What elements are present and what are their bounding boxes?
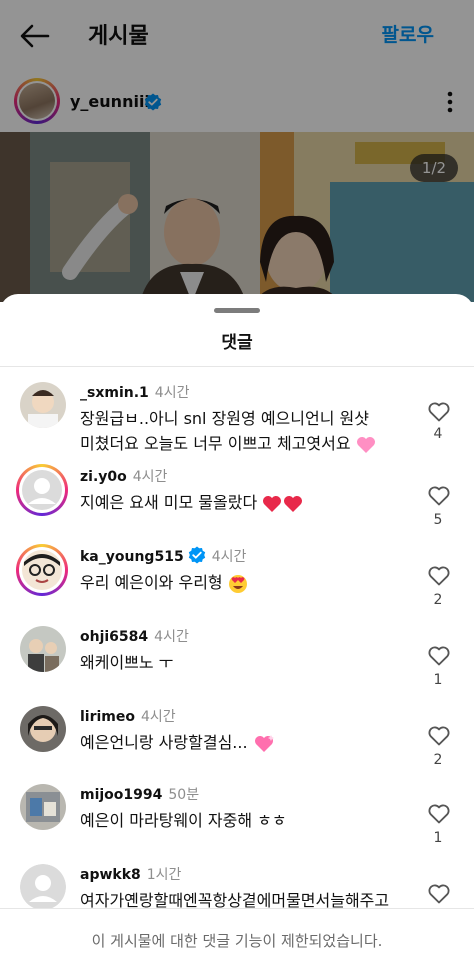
sparkling-heart-emoji-icon	[254, 734, 274, 752]
comments-restricted-notice: 이 게시물에 대한 댓글 기능이 제한되었습니다.	[91, 932, 383, 950]
comment-text-line: 예은언니랑 사랑할결심...	[80, 733, 248, 752]
sheet-divider	[0, 366, 474, 367]
comment-meta: mijoo1994 50분	[80, 784, 199, 804]
like-heart-icon[interactable]	[428, 804, 450, 824]
like-count: 4	[433, 426, 443, 442]
comment-username[interactable]: apwkk8	[80, 867, 141, 883]
commenter-avatar[interactable]	[20, 626, 66, 672]
comment-item: ka_young515 4시간 우리 예은이와 우리형 2	[0, 544, 474, 626]
comment-item: zi.y0o 4시간 지예은 요새 미모 물올랐다 5	[0, 464, 474, 546]
comment-text-line: 예은이 마라탕웨이 자중해 ㅎㅎ	[80, 811, 287, 830]
comment-item: mijoo1994 50분 예은이 마라탕웨이 자중해 ㅎㅎ 1	[0, 784, 474, 864]
like-heart-icon[interactable]	[428, 884, 450, 904]
comment-time: 4시간	[132, 469, 168, 485]
comment-text: 예은이 마라탕웨이 자중해 ㅎㅎ	[80, 808, 410, 833]
comment-meta: _sxmin.1 4시간	[80, 382, 189, 402]
comment-username[interactable]: zi.y0o	[80, 469, 127, 485]
comments-restricted-footer: 이 게시물에 대한 댓글 기능이 제한되었습니다.	[0, 908, 474, 976]
comment-item: lirimeo 4시간 예은언니랑 사랑할결심... 2	[0, 706, 474, 786]
comment-meta: ohji6584 4시간	[80, 626, 189, 646]
comment-time: 4시간	[211, 549, 247, 565]
comment-username[interactable]: ohji6584	[80, 629, 148, 645]
verified-badge-icon	[188, 546, 205, 564]
comment-text: 장원급ㅂ..아니 snl 장원영 예으니언니 원샷 미쳤더요 오늘도 너무 이쁘…	[80, 406, 410, 456]
comment-time: 4시간	[154, 385, 190, 401]
comment-item: ohji6584 4시간 왜케이쁘노 ㅜ 1	[0, 626, 474, 706]
comment-time: 1시간	[146, 867, 182, 883]
sheet-drag-handle[interactable]	[214, 308, 260, 313]
comment-item: _sxmin.1 4시간 장원급ㅂ..아니 snl 장원영 예으니언니 원샷 미쳤…	[0, 382, 474, 462]
like-count: 1	[433, 672, 443, 688]
heart-eyes-emoji-icon	[228, 574, 247, 593]
like-heart-icon[interactable]	[428, 646, 450, 666]
comment-time: 4시간	[154, 629, 189, 645]
commenter-avatar[interactable]	[20, 784, 66, 830]
like-count: 2	[433, 752, 443, 768]
comment-meta: zi.y0o 4시간	[80, 466, 167, 486]
comment-username[interactable]: ka_young515	[80, 549, 184, 565]
red-hearts-emoji-icon	[263, 495, 303, 512]
comment-text: 우리 예은이와 우리형	[80, 570, 410, 595]
commenter-avatar[interactable]	[20, 706, 66, 752]
comment-text-line: 지예은 요새 미모 물올랐다	[80, 493, 258, 512]
commenter-avatar[interactable]	[16, 544, 68, 596]
comment-username[interactable]: lirimeo	[80, 709, 135, 725]
pink-heart-emoji-icon	[356, 436, 375, 453]
commenter-avatar[interactable]	[20, 382, 66, 428]
comment-time: 4시간	[141, 709, 176, 725]
comment-text-line: 미쳤더요 오늘도 너무 이쁘고 체고엿서요	[80, 434, 351, 453]
modal-backdrop[interactable]	[0, 0, 474, 302]
commenter-avatar[interactable]	[20, 864, 66, 910]
like-count: 2	[433, 592, 443, 608]
comment-meta: ka_young515 4시간	[80, 546, 246, 566]
like-heart-icon[interactable]	[428, 726, 450, 746]
comment-meta: apwkk8 1시간	[80, 864, 181, 884]
like-count: 1	[433, 830, 443, 846]
comment-text: 왜케이쁘노 ㅜ	[80, 650, 410, 675]
comment-meta: lirimeo 4시간	[80, 706, 176, 726]
comment-text-line: 왜케이쁘노 ㅜ	[80, 653, 174, 672]
comment-text-line: 장원급ㅂ..아니 snl 장원영 예으니언니 원샷	[80, 409, 369, 428]
commenter-avatar[interactable]	[16, 464, 68, 516]
sheet-title: 댓글	[221, 333, 253, 353]
like-heart-icon[interactable]	[428, 402, 450, 422]
comment-text: 예은언니랑 사랑할결심...	[80, 730, 410, 755]
comment-text: 지예은 요새 미모 물올랐다	[80, 490, 410, 515]
comments-sheet: 댓글 _sxmin.1 4시간 장원급ㅂ..아니 snl 장원영 예으니언니 원샷…	[0, 294, 474, 976]
comment-time: 50분	[168, 787, 200, 803]
comment-username[interactable]: mijoo1994	[80, 787, 162, 803]
footer-divider	[0, 908, 474, 909]
comment-username[interactable]: _sxmin.1	[80, 385, 149, 401]
like-heart-icon[interactable]	[428, 566, 450, 586]
like-heart-icon[interactable]	[428, 486, 450, 506]
like-count: 5	[433, 512, 443, 528]
comment-text-line: 우리 예은이와 우리형	[80, 573, 223, 592]
